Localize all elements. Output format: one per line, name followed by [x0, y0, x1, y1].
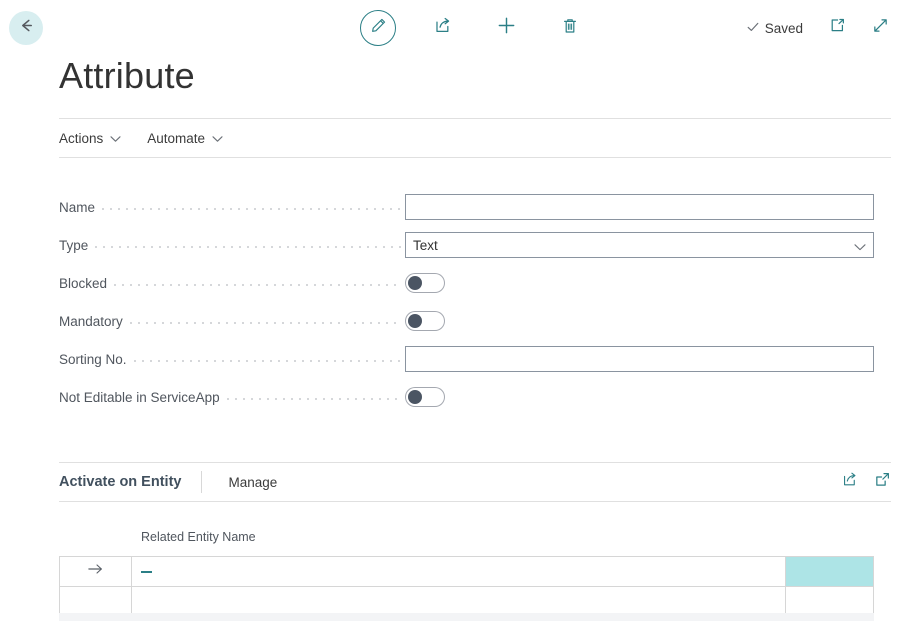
mandatory-toggle[interactable]	[405, 311, 445, 331]
field-control-sorting-no	[405, 346, 874, 372]
cell-row-end-selected[interactable]	[786, 557, 874, 586]
subpage-header-divider	[201, 471, 203, 493]
delete-button[interactable]	[552, 10, 588, 46]
share-button[interactable]	[424, 10, 460, 46]
dotted-leader	[114, 279, 403, 292]
not-editable-in-serviceapp-toggle[interactable]	[405, 387, 445, 407]
field-label-not-editable-in-serviceapp: Not Editable in ServiceApp	[59, 389, 220, 405]
open-in-new-window-icon	[829, 17, 846, 39]
field-label-type: Type	[59, 237, 89, 253]
field-control-type	[405, 232, 874, 258]
action-bar: Actions Automate	[59, 119, 891, 157]
trash-icon	[561, 17, 579, 40]
dotted-leader	[102, 203, 403, 216]
chevron-down-icon	[110, 131, 121, 146]
dotted-leader	[133, 355, 407, 368]
attribute-form: Name Type Blocked	[59, 188, 874, 416]
subpage-expand-button[interactable]	[874, 471, 891, 493]
open-in-new-window-button[interactable]	[829, 17, 846, 39]
field-row-name: Name	[59, 188, 874, 226]
field-label-blocked: Blocked	[59, 275, 108, 291]
subpage-header: Activate on Entity Manage	[59, 463, 891, 501]
row-indicator-cell[interactable]	[59, 557, 132, 586]
open-in-full-icon	[874, 471, 891, 493]
dotted-leader	[129, 317, 402, 330]
field-control-name	[405, 194, 874, 220]
automate-menu-label: Automate	[147, 130, 206, 146]
field-label-sorting-no: Sorting No.	[59, 351, 127, 367]
new-button[interactable]	[488, 10, 524, 46]
automate-menu-button[interactable]: Automate	[147, 131, 223, 146]
actions-menu-label: Actions	[59, 130, 104, 146]
back-button[interactable]	[9, 11, 43, 45]
field-control-mandatory	[405, 311, 445, 331]
field-row-mandatory: Mandatory	[59, 302, 874, 340]
subpage-share-button[interactable]	[841, 471, 858, 493]
grid-header-row: Related Entity Name	[59, 530, 874, 556]
field-row-blocked: Blocked	[59, 264, 874, 302]
dotted-leader	[95, 241, 403, 254]
name-input[interactable]	[405, 194, 874, 220]
toggle-knob	[408, 390, 422, 404]
field-control-blocked	[405, 273, 445, 293]
check-icon	[746, 20, 760, 37]
expand-diagonal-icon	[872, 17, 889, 39]
pencil-icon	[370, 17, 387, 39]
action-bar-divider	[59, 157, 891, 158]
subpage-icon-group	[841, 471, 891, 493]
toggle-knob	[408, 276, 422, 290]
page-title: Attribute	[59, 55, 195, 96]
command-bar-right-group: Saved	[746, 17, 889, 39]
tab-manage[interactable]: Manage	[228, 475, 277, 490]
chevron-down-icon	[212, 131, 223, 146]
field-label-name: Name	[59, 199, 96, 215]
field-row-type: Type	[59, 226, 874, 264]
actions-menu-button[interactable]: Actions	[59, 131, 121, 146]
share-icon	[433, 16, 452, 40]
subpage-divider-bottom	[59, 501, 891, 502]
blocked-toggle[interactable]	[405, 273, 445, 293]
text-cursor-icon	[141, 570, 152, 573]
top-command-bar: Saved	[0, 0, 919, 56]
sorting-no-input[interactable]	[405, 346, 874, 372]
dotted-leader	[226, 393, 403, 406]
grid-footer-strip	[59, 613, 874, 621]
share-icon	[841, 471, 858, 493]
cell-related-entity-name[interactable]	[132, 557, 786, 586]
toggle-knob	[408, 314, 422, 328]
column-header-related-entity-name[interactable]: Related Entity Name	[132, 530, 256, 544]
related-entity-grid: Related Entity Name	[59, 530, 874, 618]
field-label-mandatory: Mandatory	[59, 313, 123, 329]
subpage-title: Activate on Entity	[59, 474, 182, 490]
field-row-not-editable-in-serviceapp: Not Editable in ServiceApp	[59, 378, 874, 416]
command-bar-center-group	[360, 10, 588, 46]
field-control-not-editable-in-serviceapp	[405, 387, 445, 407]
arrow-left-icon	[17, 16, 36, 40]
type-select[interactable]	[405, 232, 874, 258]
field-row-sorting-no: Sorting No.	[59, 340, 874, 378]
arrow-right-icon	[86, 562, 105, 581]
plus-icon	[496, 15, 517, 41]
status-badge: Saved	[746, 20, 803, 37]
expand-button[interactable]	[872, 17, 889, 39]
saved-label: Saved	[764, 20, 803, 36]
table-row[interactable]	[59, 556, 874, 587]
edit-button[interactable]	[360, 10, 396, 46]
